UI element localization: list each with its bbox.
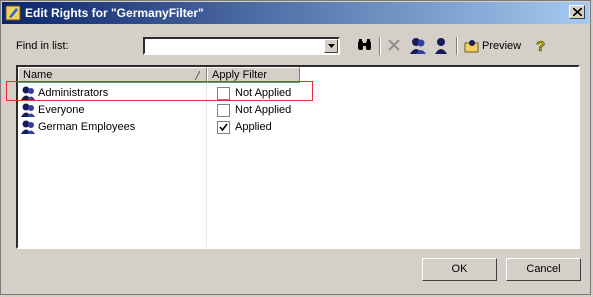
help-icon: ?	[536, 38, 546, 54]
apply-filter-checkbox[interactable]	[217, 121, 230, 134]
svg-text:?: ?	[536, 38, 545, 54]
dropdown-icon	[328, 44, 335, 48]
close-button[interactable]	[569, 5, 585, 19]
add-users-button[interactable]	[408, 36, 428, 56]
row-name: German Employees	[38, 121, 136, 133]
find-button[interactable]	[356, 36, 374, 56]
user-icon	[435, 38, 447, 54]
preview-label: Preview	[482, 40, 522, 52]
app-icon	[5, 5, 21, 21]
user-icon	[21, 120, 35, 134]
delete-button[interactable]	[385, 36, 403, 56]
checkmark-icon	[219, 123, 228, 132]
highlight-annotation	[6, 81, 313, 101]
find-combobox[interactable]	[143, 37, 340, 55]
user-button[interactable]	[433, 36, 449, 56]
list-row[interactable]: Everyone Not Applied	[18, 102, 578, 119]
filter-status: Applied	[235, 121, 272, 133]
window-title: Edit Rights for "GermanyFilter"	[25, 6, 204, 20]
ok-button[interactable]: OK	[422, 258, 497, 281]
apply-filter-checkbox[interactable]	[217, 104, 230, 117]
find-label: Find in list:	[16, 40, 69, 52]
help-button[interactable]: ?	[534, 36, 548, 56]
close-icon	[573, 8, 582, 16]
dropdown-button[interactable]	[324, 39, 338, 53]
filter-status: Not Applied	[235, 104, 292, 116]
toolbar-separator	[379, 37, 381, 55]
cancel-button[interactable]: Cancel	[506, 258, 581, 281]
binoculars-icon	[358, 39, 371, 50]
delete-icon	[388, 39, 400, 51]
add-user-icon	[410, 38, 426, 54]
column-header-name-label: Name	[23, 69, 53, 81]
row-name: Everyone	[38, 104, 85, 116]
list-row[interactable]: German Employees Applied	[18, 119, 578, 136]
column-header-filter-label: Apply Filter	[212, 69, 268, 81]
toolbar-separator	[456, 37, 458, 55]
dialog-window: Edit Rights for "GermanyFilter" Find in …	[0, 0, 591, 295]
title-bar[interactable]: Edit Rights for "GermanyFilter"	[2, 2, 589, 24]
preview-button[interactable]: Preview	[464, 37, 521, 55]
sort-icon	[195, 71, 200, 80]
preview-icon	[464, 40, 479, 53]
user-icon	[21, 103, 35, 117]
